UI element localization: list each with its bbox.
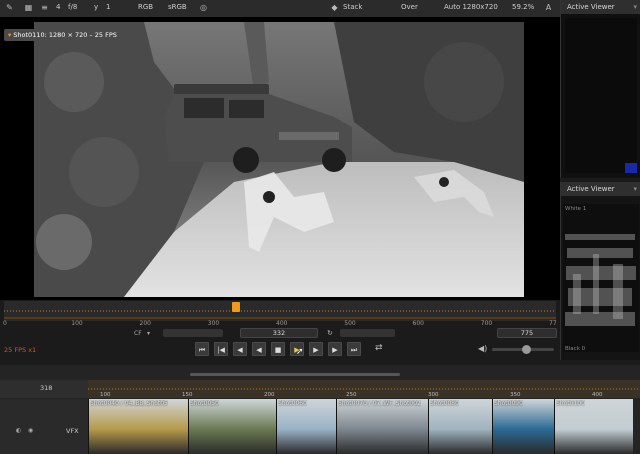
sequence-clip[interactable] xyxy=(188,399,277,454)
stop-button[interactable]: ■ xyxy=(271,342,285,356)
timeline-scrollbar[interactable] xyxy=(190,373,400,376)
active-viewer-panel-bottom: Active Viewer ▾ White 1 Black 0 xyxy=(560,182,640,360)
step-forward-10-button[interactable]: ▶ xyxy=(328,342,342,356)
chevron-down-icon: ▾ xyxy=(8,31,12,39)
timeline-tick-label: 77 xyxy=(549,320,557,327)
step-back-10-button[interactable]: ◀ xyxy=(233,342,247,356)
go-to-end-button[interactable]: ⏭ xyxy=(347,342,361,356)
sequence-ruler-tick: 400 xyxy=(592,392,603,398)
sequence-ruler-tick: 150 xyxy=(182,392,193,398)
shot-info-label[interactable]: ▾ Shot0110: 1280 × 720 – 25 FPS xyxy=(4,29,123,41)
frame-controls-row: CF ▾ 332 ↻ 775 xyxy=(0,327,560,340)
y-value[interactable]: 1 xyxy=(106,3,110,11)
channels-dropdown[interactable]: RGB xyxy=(138,3,153,11)
repeat-icon[interactable]: ⇄ xyxy=(375,343,383,353)
sequence-ruler-tick: 300 xyxy=(428,392,439,398)
sequence-ruler-tick: 350 xyxy=(510,392,521,398)
timeline-tick-label: 0 xyxy=(3,320,7,327)
pencil-icon[interactable]: ✎ xyxy=(5,3,14,12)
sequence-frame-value: 318 xyxy=(40,384,53,392)
cf-dropdown-icon[interactable]: ▾ xyxy=(147,330,150,337)
waveform-display xyxy=(563,204,639,352)
sequence-clip[interactable] xyxy=(554,399,633,454)
panel-title: Active Viewer xyxy=(567,3,615,11)
volume-slider-knob[interactable] xyxy=(522,345,532,354)
panel-title: Active Viewer xyxy=(567,185,615,193)
grid-icon[interactable]: ▦ xyxy=(24,3,33,12)
loop-icon[interactable]: ↻ xyxy=(327,329,333,337)
black-level-label: Black 0 xyxy=(565,346,586,352)
go-to-start-button[interactable]: ⏮ xyxy=(195,342,209,356)
timeline-tick-label: 300 xyxy=(207,320,220,327)
sequence-clip[interactable] xyxy=(276,399,337,454)
panel-header[interactable]: Active Viewer ▾ xyxy=(561,182,640,196)
clip-label: Shot0090 xyxy=(494,400,523,407)
clip-label: Shot0040 / 04_BB_Shot05 xyxy=(90,400,168,407)
blend-dropdown[interactable]: Over xyxy=(401,3,418,11)
clip-label: Shot0100 xyxy=(556,400,585,407)
clipping-icon[interactable]: ◎ xyxy=(199,3,208,12)
timeline-tick-label: 200 xyxy=(139,320,151,327)
track-name: VFX xyxy=(66,427,79,435)
sequence-ruler-tick: 200 xyxy=(264,392,275,398)
cf-label: CF xyxy=(134,330,142,337)
clip-label: Shot0070 / 07_WF_Shot002 xyxy=(338,400,421,407)
scope-display xyxy=(565,18,637,173)
frame-timeline[interactable] xyxy=(4,301,556,321)
current-frame-field[interactable]: 332 xyxy=(240,328,318,338)
timeline-tick-label: 400 xyxy=(276,320,288,327)
sequence-clip[interactable] xyxy=(88,399,189,454)
step-forward-button[interactable]: ▶ xyxy=(309,342,323,356)
zoom-dropdown[interactable]: 59.2% xyxy=(512,3,534,11)
clip-label: Shot0050 xyxy=(190,400,219,407)
shot-info-text: Shot0110: 1280 × 720 – 25 FPS xyxy=(13,31,117,39)
sequence-clip[interactable] xyxy=(492,399,555,454)
step-back-button[interactable]: ◀ xyxy=(252,342,266,356)
sequence-clip[interactable] xyxy=(428,399,493,454)
stack-icon: ◆ xyxy=(331,3,338,12)
panel-menu-icon[interactable]: ▾ xyxy=(633,0,637,14)
colorspace-dropdown[interactable]: sRGB xyxy=(168,3,187,11)
in-point-field[interactable] xyxy=(163,329,223,337)
frame-field-box[interactable]: 318 xyxy=(0,380,88,398)
out-point-field[interactable] xyxy=(340,329,395,337)
stack-dropdown[interactable]: Stack xyxy=(343,3,362,11)
timeline-tick-label: 500 xyxy=(344,320,356,327)
viewer-toolbar: ✎ ▦ ≡ 4 f/8 y 1 RGB sRGB ◎ ◆ Stack Over … xyxy=(0,0,560,18)
timeline-tick-label: 100 xyxy=(71,320,83,327)
sequence-clip[interactable] xyxy=(336,399,429,454)
track-header: ◐ ◉ VFX xyxy=(0,399,88,454)
mouse-cursor-icon: ➚ xyxy=(296,347,304,357)
clip-label: Shot0080 xyxy=(430,400,459,407)
timeline-tick-label: 700 xyxy=(480,320,493,327)
y-label: y xyxy=(94,3,99,11)
sequence-ruler-tick: 250 xyxy=(346,392,357,398)
panel-menu-icon[interactable]: ▾ xyxy=(633,182,637,196)
previous-shot-button[interactable]: |◀ xyxy=(214,342,228,356)
sequence-ruler[interactable] xyxy=(88,380,640,398)
white-level-label: White 1 xyxy=(565,206,587,212)
format-dropdown[interactable]: Auto 1280x720 xyxy=(444,3,498,11)
menu-icon[interactable]: ≡ xyxy=(40,3,49,12)
fps-indicator: 25 FPS x1 xyxy=(4,346,37,354)
volume-icon[interactable]: ◀) xyxy=(478,344,487,353)
panel-header[interactable]: Active Viewer ▾ xyxy=(561,0,640,14)
eye-icon[interactable]: ◉ xyxy=(28,427,33,434)
text-overlay-icon[interactable]: A xyxy=(544,3,553,12)
timeline-tick-label: 600 xyxy=(412,320,424,327)
shot-frame-image xyxy=(34,22,524,297)
sequence-ruler-tick: 100 xyxy=(100,392,111,398)
ratio-dropdown[interactable]: f/8 xyxy=(68,3,77,11)
clip-label: Shot0060 xyxy=(278,400,307,407)
frame-value[interactable]: 4 xyxy=(56,3,60,11)
end-frame-field[interactable]: 775 xyxy=(497,328,557,338)
playhead-marker[interactable] xyxy=(231,302,240,312)
active-viewer-panel-top: Active Viewer ▾ xyxy=(560,0,640,178)
track-lock-icon[interactable]: ◐ xyxy=(16,427,21,434)
